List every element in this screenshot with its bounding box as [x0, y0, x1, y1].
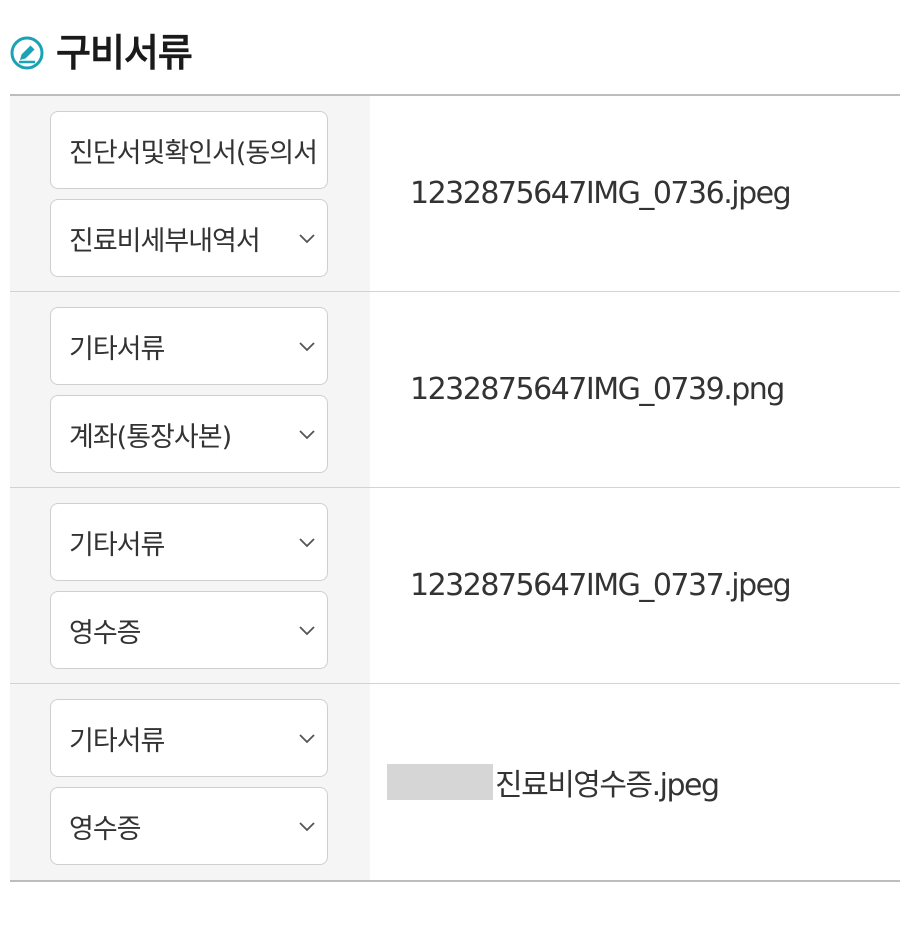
file-name: 1232875647IMG_0739.png [410, 372, 785, 407]
file-cell: 1232875647IMG_0737.jpeg [370, 488, 900, 683]
chevron-down-icon [297, 728, 317, 748]
documents-table: 진단서및확인서(동의서 진료비세부내역서 1232875647IMG_0736.… [10, 94, 900, 882]
document-category-select[interactable]: 기타서류 [50, 307, 328, 385]
document-subtype-select[interactable]: 계좌(통장사본) [50, 395, 328, 473]
document-row: 기타서류 영수증 진료비영수증.jpeg [10, 684, 900, 880]
page: 구비서류 진단서및확인서(동의서 진료비세부내역서 1232875647IMG_… [0, 0, 900, 926]
document-row: 진단서및확인서(동의서 진료비세부내역서 1232875647IMG_0736.… [10, 96, 900, 292]
document-category-select[interactable]: 진단서및확인서(동의서 [50, 111, 328, 189]
chevron-down-icon [297, 532, 317, 552]
redacted-block [387, 764, 493, 800]
file-cell: 1232875647IMG_0739.png [370, 292, 900, 487]
select-value: 기타서류 [69, 725, 165, 757]
file-name: 1232875647IMG_0736.jpeg [410, 176, 792, 211]
document-row: 기타서류 계좌(통장사본) 1232875647IMG_0739.png [10, 292, 900, 488]
chevron-down-icon [297, 816, 317, 836]
document-category-select[interactable]: 기타서류 [50, 503, 328, 581]
select-value: 영수증 [69, 617, 141, 649]
chevron-down-icon [297, 228, 317, 248]
file-cell: 1232875647IMG_0736.jpeg [370, 96, 900, 291]
section-header: 구비서류 [10, 28, 193, 78]
section-title: 구비서류 [56, 31, 193, 75]
file-name: 1232875647IMG_0737.jpeg [410, 568, 792, 603]
document-category-select[interactable]: 기타서류 [50, 699, 328, 777]
select-value: 영수증 [69, 813, 141, 845]
document-type-selects: 기타서류 영수증 [10, 684, 370, 880]
file-cell: 진료비영수증.jpeg [370, 684, 900, 880]
document-type-selects: 진단서및확인서(동의서 진료비세부내역서 [10, 96, 370, 291]
document-type-selects: 기타서류 영수증 [10, 488, 370, 683]
select-value: 기타서류 [69, 333, 165, 365]
document-subtype-select[interactable]: 영수증 [50, 591, 328, 669]
document-type-selects: 기타서류 계좌(통장사본) [10, 292, 370, 487]
file-name: 진료비영수증.jpeg [495, 768, 720, 803]
document-row: 기타서류 영수증 1232875647IMG_0737.jpeg [10, 488, 900, 684]
chevron-down-icon [297, 336, 317, 356]
chevron-down-icon [297, 620, 317, 640]
select-value: 기타서류 [69, 529, 165, 561]
document-subtype-select[interactable]: 진료비세부내역서 [50, 199, 328, 277]
select-value: 진료비세부내역서 [69, 225, 260, 257]
document-subtype-select[interactable]: 영수증 [50, 787, 328, 865]
select-value: 진단서및확인서(동의서 [69, 137, 317, 169]
edit-circle-icon [10, 36, 44, 70]
chevron-down-icon [297, 424, 317, 444]
select-value: 계좌(통장사본) [69, 421, 232, 453]
